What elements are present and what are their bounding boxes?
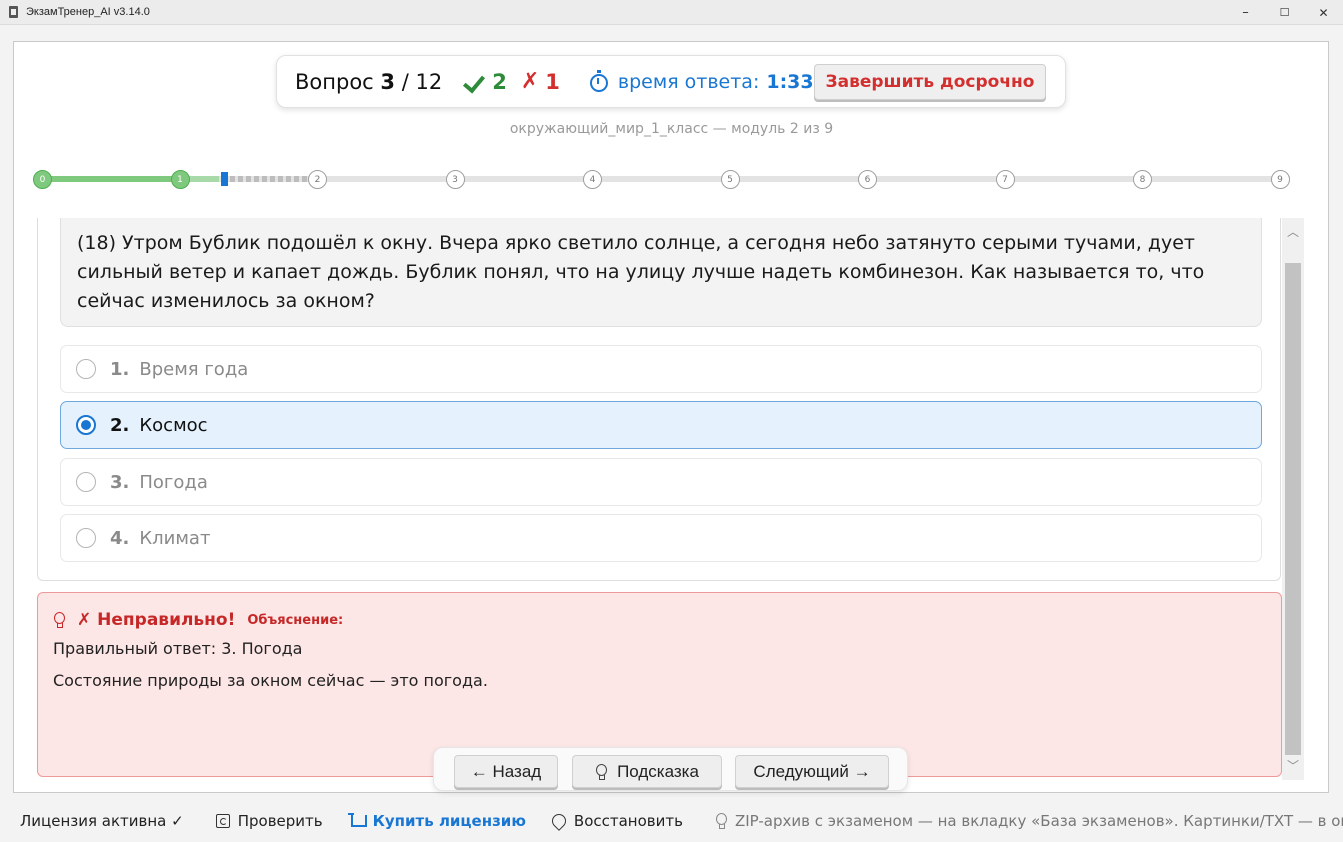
buy-label: Купить лицензию (372, 812, 526, 830)
navigation-bar: ← Назад Подсказка Следующий → (433, 747, 908, 791)
hint-label: Подсказка (617, 761, 699, 781)
radio-button-selected[interactable] (76, 415, 96, 435)
explanation-text: Состояние природы за окном сейчас — это … (53, 671, 488, 690)
correct-count: 2 (492, 69, 507, 94)
progress-node-3: 3 (445, 170, 465, 189)
option-text: Космос (139, 414, 208, 436)
progress-node-0: 0 (33, 170, 52, 189)
question-total: 12 (415, 69, 443, 94)
restore-button[interactable]: Восстановить (526, 811, 683, 831)
vertical-scrollbar[interactable]: ︿ ﹀ (1282, 218, 1304, 780)
option-text: Климат (139, 527, 211, 549)
status-bar: Лицензия активна ✓ Проверить Купить лице… (0, 800, 1343, 842)
lightbulb-icon (53, 612, 65, 628)
option-4[interactable]: 4. Климат (60, 514, 1262, 562)
cart-icon (347, 813, 367, 827)
buy-license-button[interactable]: Купить лицензию (347, 812, 526, 830)
radio-button[interactable] (76, 359, 96, 379)
option-text: Погода (139, 471, 208, 493)
scroll-up-icon[interactable]: ︿ (1282, 222, 1304, 242)
progress-completed (42, 176, 189, 182)
option-number: 4. (110, 527, 130, 549)
timer-value: 1:33 (766, 70, 814, 93)
progress-current-marker (221, 172, 228, 186)
progress-node-9: 9 (1270, 170, 1290, 189)
scroll-down-icon[interactable]: ﹀ (1282, 756, 1304, 776)
progress-current-done (189, 176, 219, 182)
progress-node-4: 4 (583, 170, 602, 189)
question-card: (18) Утром Бублик подошёл к окну. Вчера … (37, 218, 1281, 581)
lightbulb-icon (595, 763, 608, 780)
exam-header: Вопрос 3 / 12 2 ✗ 1 время ответа: 1:33 З… (276, 55, 1066, 108)
progress-node-8: 8 (1133, 170, 1152, 189)
next-button[interactable]: Следующий → (735, 755, 889, 788)
cross-icon: ✗ (520, 69, 540, 94)
hint-text: ZIP-архив с экзаменом — на вкладку «База… (734, 812, 1343, 830)
module-caption: окружающий_мир_1_класс — модуль 2 из 9 (509, 121, 834, 137)
refresh-icon (215, 814, 230, 828)
hint-button[interactable]: Подсказка (572, 755, 722, 788)
option-number: 3. (110, 471, 130, 493)
correct-answer-text: Правильный ответ: 3. Погода (53, 639, 303, 658)
question-counter: Вопрос 3 / 12 (295, 69, 443, 94)
lightbulb-icon (715, 813, 727, 829)
restore-label: Восстановить (573, 812, 683, 830)
progress-node-7: 7 (995, 170, 1015, 189)
back-button[interactable]: ← Назад (454, 755, 558, 788)
progress-current-remaining (230, 176, 314, 182)
progress-node-5: 5 (720, 170, 740, 189)
option-text: Время года (139, 358, 249, 380)
option-number: 2. (110, 414, 130, 436)
minimize-button[interactable]: – (1226, 0, 1265, 25)
wrong-count: 1 (545, 69, 560, 94)
option-3[interactable]: 3. Погода (60, 458, 1262, 506)
option-2[interactable]: 2. Космос (60, 401, 1262, 449)
close-button[interactable]: ✕ (1304, 0, 1343, 25)
progress-node-1: 1 (170, 170, 190, 189)
key-icon (549, 811, 569, 831)
app-icon (9, 6, 18, 18)
feedback-header: ✗ Неправильно! Объяснение: (53, 610, 343, 630)
license-status: Лицензия активна ✓ (20, 812, 184, 830)
question-box: (18) Утром Бублик подошёл к окну. Вчера … (60, 218, 1262, 327)
maximize-button[interactable]: ☐ (1265, 0, 1304, 25)
finish-early-button[interactable]: Завершить досрочно (814, 64, 1046, 100)
title-bar: ЭкзамТренер_AI v3.14.0 – ☐ ✕ (0, 0, 1343, 25)
window-title: ЭкзамТренер_AI v3.14.0 (26, 6, 150, 18)
check-icon (464, 71, 486, 93)
progress-node-2: 2 (308, 170, 327, 189)
feedback-status: ✗ Неправильно! (77, 610, 236, 630)
window-controls: – ☐ ✕ (1226, 0, 1343, 25)
option-1[interactable]: 1. Время года (60, 345, 1262, 393)
scroll-thumb[interactable] (1285, 263, 1301, 755)
radio-button[interactable] (76, 472, 96, 492)
option-number: 1. (110, 358, 130, 380)
question-current: 3 (380, 69, 396, 94)
check-license-button[interactable]: Проверить (215, 812, 323, 830)
stopwatch-icon (589, 69, 608, 92)
explanation-label: Объяснение: (247, 612, 344, 628)
check-label: Проверить (237, 812, 323, 830)
hint-message: ZIP-архив с экзаменом — на вкладку «База… (715, 812, 1343, 830)
timer-label: время ответа: (617, 70, 760, 93)
progress-node-6: 6 (858, 170, 877, 189)
question-text: (18) Утром Бублик подошёл к окну. Вчера … (77, 232, 1205, 312)
radio-button[interactable] (76, 528, 96, 548)
